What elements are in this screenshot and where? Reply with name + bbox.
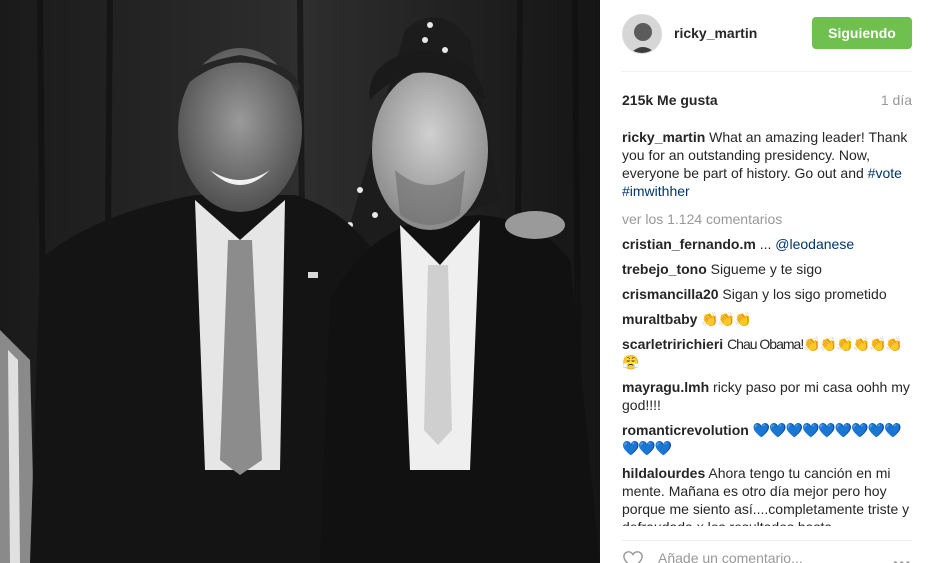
comment-username[interactable]: cristian_fernando.m: [622, 236, 756, 252]
comment-footer: •••: [622, 548, 912, 563]
comment-username[interactable]: hildalourdes: [622, 465, 705, 481]
following-button[interactable]: Siguiendo: [812, 17, 912, 49]
avatar-image: [623, 15, 661, 53]
comment-mention[interactable]: @leodanese: [775, 236, 854, 252]
avatar[interactable]: [622, 14, 662, 54]
comment-text: ...: [759, 236, 772, 252]
likes-row: 215k Me gusta 1 día: [622, 92, 912, 110]
post-time[interactable]: 1 día: [881, 92, 912, 108]
divider: [622, 540, 912, 541]
comment-item: scarletririchieri Chau Obama!👏👏👏👏👏👏😤: [622, 335, 912, 371]
post-panel: ricky_martin Siguiendo 215k Me gusta 1 d…: [600, 0, 932, 563]
view-all-comments-link[interactable]: ver los 1.124 comentarios: [622, 210, 912, 228]
photo-illustration: [0, 0, 600, 563]
comment-text: Sigan y los sigo prometido: [722, 286, 887, 302]
add-comment-input[interactable]: [658, 550, 868, 563]
caption-username[interactable]: ricky_martin: [622, 129, 705, 145]
post-username[interactable]: ricky_martin: [674, 25, 757, 41]
divider: [622, 71, 912, 72]
comment-item: trebejo_tono Sigueme y te sigo: [622, 260, 912, 278]
comment-item: cristian_fernando.m ... @leodanese: [622, 235, 912, 253]
post-photo[interactable]: [0, 0, 600, 563]
comments-list: ricky_martin What an amazing leader! Tha…: [622, 128, 912, 526]
comment-item: mayragu.lmh ricky paso por mi casa oohh …: [622, 378, 912, 414]
comment-item: romanticrevolution 💙💙💙💙💙💙💙💙💙💙💙💙: [622, 421, 912, 457]
comment-text: 👏👏👏: [701, 311, 751, 327]
comment-item: crismancilla20 Sigan y los sigo prometid…: [622, 285, 912, 303]
comment-username[interactable]: muraltbaby: [622, 311, 697, 327]
hashtag-imwithher[interactable]: #imwithher: [622, 183, 690, 199]
comment-item: muraltbaby 👏👏👏: [622, 310, 912, 328]
comment-username[interactable]: crismancilla20: [622, 286, 719, 302]
more-options-icon[interactable]: •••: [893, 556, 912, 563]
comment-username[interactable]: scarletririchieri: [622, 336, 723, 352]
heart-icon[interactable]: [622, 550, 644, 563]
comment-text: Sigueme y te sigo: [710, 261, 822, 277]
comment-item: hildalourdes Ahora tengo tu canción en m…: [622, 464, 912, 526]
hashtag-vote[interactable]: #vote: [868, 165, 902, 181]
comment-username[interactable]: trebejo_tono: [622, 261, 707, 277]
comment-username[interactable]: romanticrevolution: [622, 422, 749, 438]
comment-username[interactable]: mayragu.lmh: [622, 379, 709, 395]
likes-count[interactable]: 215k Me gusta: [622, 92, 718, 108]
post-header: ricky_martin Siguiendo: [622, 12, 912, 56]
caption: ricky_martin What an amazing leader! Tha…: [622, 128, 912, 200]
